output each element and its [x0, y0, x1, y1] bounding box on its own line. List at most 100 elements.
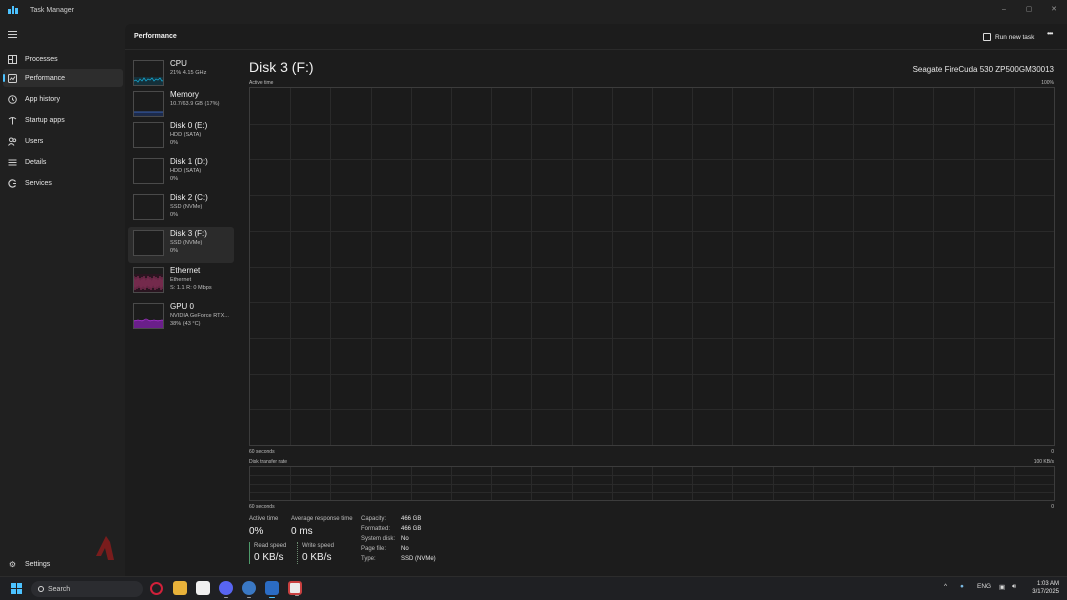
transfer-rate-graph-x-left: 60 seconds: [249, 504, 275, 510]
sidebar-item-label: Services: [25, 179, 52, 187]
capacity-value: 466 GB: [401, 516, 422, 522]
run-task-icon: [983, 33, 991, 41]
device-usage: 0%: [170, 140, 179, 146]
device-detail: 10.7/63.9 GB (17%): [170, 101, 220, 107]
active-time-graph: [249, 87, 1055, 446]
more-options-button[interactable]: •••: [1047, 29, 1053, 38]
read-speed-value: 0 KB/s: [254, 552, 284, 563]
transfer-rate-graph-max: 100 KB/s: [1033, 459, 1054, 465]
clock-time: 1:03 AM: [1036, 581, 1059, 587]
device-item-memory[interactable]: Memory 10.7/63.9 GB (17%): [128, 88, 234, 122]
task-manager-window: Task Manager – ▢ ✕ Processes Performance…: [0, 0, 1067, 576]
device-usage: 0%: [170, 212, 179, 218]
device-name: Disk 2 (C:): [170, 193, 208, 202]
active-time-label: Active time: [249, 516, 279, 522]
sidebar-item-performance[interactable]: Performance: [3, 69, 123, 87]
settings-app-icon[interactable]: [242, 581, 256, 598]
sidebar-item-users[interactable]: Users: [3, 132, 123, 150]
task-manager-icon[interactable]: [265, 581, 279, 598]
disk1-thumbnail-graph: [133, 158, 164, 184]
avg-response-label: Average response time: [291, 516, 353, 522]
device-name: Disk 3 (F:): [170, 229, 207, 238]
page-title: Performance: [134, 33, 177, 40]
clock-date: 3/17/2025: [1032, 589, 1059, 595]
sidebar-item-services[interactable]: Services: [3, 174, 123, 192]
startup-apps-icon: [8, 116, 17, 125]
write-speed-box: Write speed 0 KB/s: [297, 542, 337, 564]
sidebar-item-startup-apps[interactable]: Startup apps: [3, 111, 123, 129]
gear-icon: ⚙: [8, 559, 17, 569]
device-usage: 38% (43 °C): [170, 321, 201, 327]
device-item-disk-3[interactable]: Disk 3 (F:) SSD (NVMe) 0%: [128, 227, 234, 263]
write-speed-value: 0 KB/s: [302, 552, 332, 563]
device-name: Memory: [170, 90, 199, 99]
window-title: Task Manager: [30, 7, 74, 14]
discord-icon[interactable]: [219, 581, 233, 598]
sidebar-item-app-history[interactable]: App history: [3, 90, 123, 108]
title-bar: Task Manager – ▢ ✕: [0, 0, 1067, 24]
active-time-graph-x-right: 0: [1051, 449, 1054, 455]
device-item-disk-1[interactable]: Disk 1 (D:) HDD (SATA) 0%: [128, 155, 234, 189]
sidebar-item-processes[interactable]: Processes: [3, 50, 123, 68]
device-type: SSD (NVMe): [170, 204, 203, 210]
language-indicator[interactable]: ENG: [977, 583, 991, 590]
services-icon: [8, 178, 17, 188]
device-item-gpu-0[interactable]: GPU 0 NVIDIA GeForce RTX... 38% (43 °C): [128, 300, 234, 334]
disk-model: Seagate FireCuda 530 ZP500GM30013: [912, 65, 1054, 74]
app-history-icon: [8, 94, 17, 104]
device-item-cpu[interactable]: CPU 21% 4.15 GHz: [128, 57, 234, 91]
system-disk-value: No: [401, 536, 409, 542]
device-item-disk-2[interactable]: Disk 2 (C:) SSD (NVMe) 0%: [128, 191, 234, 225]
watermark-logo: [96, 536, 114, 560]
device-item-ethernet[interactable]: Ethernet Ethernet S: 1.1 R: 0 Mbps: [128, 264, 234, 298]
clock[interactable]: 1:03 AM 3/17/2025: [1029, 580, 1059, 596]
active-time-value: 0%: [249, 526, 264, 537]
volume-icon[interactable]: 🔊︎: [1012, 583, 1016, 591]
snipping-tool-icon[interactable]: [288, 581, 302, 596]
start-button-windows-icon[interactable]: [11, 583, 22, 594]
search-icon: [38, 586, 44, 592]
file-explorer-icon[interactable]: [173, 581, 187, 595]
type-key: Type:: [361, 556, 376, 562]
microphone-icon[interactable]: ●: [960, 583, 964, 590]
run-new-task-label: Run new task: [995, 33, 1035, 41]
sidebar-item-label: Processes: [25, 55, 58, 63]
performance-icon: [8, 73, 17, 83]
graph-gridlines: [250, 88, 1054, 445]
device-model: NVIDIA GeForce RTX...: [170, 313, 229, 319]
hamburger-menu-icon[interactable]: [8, 31, 17, 39]
run-new-task-button[interactable]: Run new task: [983, 30, 1034, 44]
device-usage: 0%: [170, 248, 179, 254]
close-button[interactable]: ✕: [1044, 3, 1064, 17]
taskbar-search[interactable]: Search: [31, 581, 143, 597]
cpu-thumbnail-graph: [133, 60, 164, 86]
device-type: SSD (NVMe): [170, 240, 203, 246]
active-time-graph-max: 100%: [1041, 80, 1054, 86]
transfer-rate-graph-x-right: 0: [1051, 504, 1054, 510]
minimize-button[interactable]: –: [994, 3, 1014, 17]
avg-response-value: 0 ms: [291, 526, 313, 537]
device-item-disk-0[interactable]: Disk 0 (E:) HDD (SATA) 0%: [128, 119, 234, 153]
device-name: Disk 1 (D:): [170, 157, 208, 166]
graph-gridlines: [250, 467, 1054, 500]
microsoft-store-icon[interactable]: [196, 581, 210, 595]
show-hidden-icons-chevron-up-icon[interactable]: ^: [944, 583, 947, 590]
maximize-button[interactable]: ▢: [1019, 3, 1039, 17]
network-icon[interactable]: ▣: [999, 583, 1005, 591]
capacity-key: Capacity:: [361, 516, 387, 522]
system-disk-key: System disk:: [361, 536, 396, 542]
page-file-value: No: [401, 546, 409, 552]
disk2-thumbnail-graph: [133, 194, 164, 220]
task-manager-logo-icon: [8, 5, 19, 14]
disk3-thumbnail-graph: [133, 230, 164, 256]
sidebar-item-label: Details: [25, 158, 47, 166]
device-name: CPU: [170, 59, 187, 68]
device-throughput: S: 1.1 R: 0 Mbps: [170, 285, 212, 291]
formatted-key: Formatted:: [361, 526, 391, 532]
sidebar-item-details[interactable]: Details: [3, 153, 123, 171]
taskbar: Search ^ ● ENG ▣ 🔊︎ 1:03 AM 3/17/2025: [0, 576, 1067, 600]
settings-label: Settings: [25, 560, 51, 568]
active-time-graph-x-left: 60 seconds: [249, 449, 275, 455]
processes-icon: [8, 54, 17, 64]
opera-icon[interactable]: [150, 582, 163, 595]
